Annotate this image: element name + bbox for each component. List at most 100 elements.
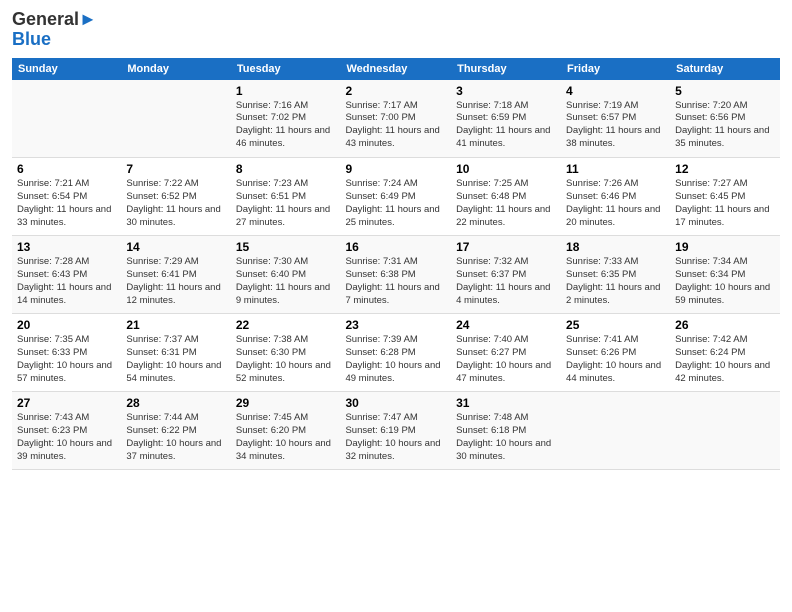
day-number: 3 (456, 84, 556, 98)
logo-text: General► Blue (12, 10, 97, 50)
day-info: Sunrise: 7:27 AM Sunset: 6:45 PM Dayligh… (675, 178, 775, 229)
header-day-wednesday: Wednesday (340, 58, 451, 80)
day-info: Sunrise: 7:44 AM Sunset: 6:22 PM Dayligh… (126, 412, 225, 463)
day-number: 6 (17, 162, 116, 176)
calendar-cell (670, 392, 780, 470)
day-info: Sunrise: 7:26 AM Sunset: 6:46 PM Dayligh… (566, 178, 665, 229)
day-number: 22 (236, 318, 336, 332)
day-info: Sunrise: 7:18 AM Sunset: 6:59 PM Dayligh… (456, 100, 556, 151)
day-info: Sunrise: 7:31 AM Sunset: 6:38 PM Dayligh… (345, 256, 446, 307)
calendar-cell: 12 Sunrise: 7:27 AM Sunset: 6:45 PM Dayli… (670, 158, 780, 236)
calendar-cell: 20Sunrise: 7:35 AM Sunset: 6:33 PM Dayli… (12, 314, 121, 392)
day-info: Sunrise: 7:32 AM Sunset: 6:37 PM Dayligh… (456, 256, 556, 307)
calendar-cell: 28 Sunrise: 7:44 AM Sunset: 6:22 PM Dayli… (121, 392, 230, 470)
day-number: 18 (566, 240, 665, 254)
day-number: 14 (126, 240, 225, 254)
calendar-cell: 27 Sunrise: 7:43 AM Sunset: 6:23 PM Dayli… (12, 392, 121, 470)
day-info: Sunrise: 7:24 AM Sunset: 6:49 PM Dayligh… (345, 178, 446, 229)
day-info: Sunrise: 7:43 AM Sunset: 6:23 PM Dayligh… (17, 412, 116, 463)
calendar-cell: 7 Sunrise: 7:22 AM Sunset: 6:52 PM Daylig… (121, 158, 230, 236)
header-day-monday: Monday (121, 58, 230, 80)
day-number: 2 (345, 84, 446, 98)
day-number: 23 (345, 318, 446, 332)
calendar-cell: 6 Sunrise: 7:21 AM Sunset: 6:54 PM Daylig… (12, 158, 121, 236)
day-info: Sunrise: 7:22 AM Sunset: 6:52 PM Dayligh… (126, 178, 225, 229)
day-info: Sunrise: 7:35 AM Sunset: 6:33 PM Dayligh… (17, 334, 116, 385)
day-number: 28 (126, 396, 225, 410)
calendar-cell: 1Sunrise: 7:16 AM Sunset: 7:02 PM Daylig… (231, 80, 341, 158)
day-number: 12 (675, 162, 775, 176)
header-day-thursday: Thursday (451, 58, 561, 80)
calendar-cell: 18 Sunrise: 7:33 AM Sunset: 6:35 PM Dayli… (561, 236, 670, 314)
calendar-cell: 25Sunrise: 7:41 AM Sunset: 6:26 PM Dayli… (561, 314, 670, 392)
day-info: Sunrise: 7:21 AM Sunset: 6:54 PM Dayligh… (17, 178, 116, 229)
calendar-cell: 29 Sunrise: 7:45 AM Sunset: 6:20 PM Dayli… (231, 392, 341, 470)
day-info: Sunrise: 7:25 AM Sunset: 6:48 PM Dayligh… (456, 178, 556, 229)
header-day-friday: Friday (561, 58, 670, 80)
calendar-cell: 30 Sunrise: 7:47 AM Sunset: 6:19 PM Dayli… (340, 392, 451, 470)
day-info: Sunrise: 7:47 AM Sunset: 6:19 PM Dayligh… (345, 412, 446, 463)
calendar-cell: 4 Sunrise: 7:19 AM Sunset: 6:57 PM Daylig… (561, 80, 670, 158)
day-number: 25 (566, 318, 665, 332)
calendar-cell: 26 Sunrise: 7:42 AM Sunset: 6:24 PM Dayli… (670, 314, 780, 392)
day-number: 16 (345, 240, 446, 254)
day-number: 5 (675, 84, 775, 98)
day-info: Sunrise: 7:45 AM Sunset: 6:20 PM Dayligh… (236, 412, 336, 463)
day-info: Sunrise: 7:39 AM Sunset: 6:28 PM Dayligh… (345, 334, 446, 385)
day-number: 24 (456, 318, 556, 332)
day-number: 17 (456, 240, 556, 254)
day-info: Sunrise: 7:33 AM Sunset: 6:35 PM Dayligh… (566, 256, 665, 307)
day-info: Sunrise: 7:34 AM Sunset: 6:34 PM Dayligh… (675, 256, 775, 307)
week-row-2: 6 Sunrise: 7:21 AM Sunset: 6:54 PM Daylig… (12, 158, 780, 236)
calendar-cell: 3 Sunrise: 7:18 AM Sunset: 6:59 PM Daylig… (451, 80, 561, 158)
day-info: Sunrise: 7:48 AM Sunset: 6:18 PM Dayligh… (456, 412, 556, 463)
day-number: 30 (345, 396, 446, 410)
header-row: SundayMondayTuesdayWednesdayThursdayFrid… (12, 58, 780, 80)
day-number: 27 (17, 396, 116, 410)
day-number: 31 (456, 396, 556, 410)
calendar-cell: 2 Sunrise: 7:17 AM Sunset: 7:00 PM Daylig… (340, 80, 451, 158)
day-info: Sunrise: 7:17 AM Sunset: 7:00 PM Dayligh… (345, 100, 446, 151)
day-info: Sunrise: 7:30 AM Sunset: 6:40 PM Dayligh… (236, 256, 336, 307)
calendar-cell: 8 Sunrise: 7:23 AM Sunset: 6:51 PM Daylig… (231, 158, 341, 236)
day-number: 15 (236, 240, 336, 254)
calendar-cell: 23 Sunrise: 7:39 AM Sunset: 6:28 PM Dayli… (340, 314, 451, 392)
day-number: 7 (126, 162, 225, 176)
calendar-cell (121, 80, 230, 158)
day-number: 26 (675, 318, 775, 332)
day-number: 8 (236, 162, 336, 176)
calendar-cell: 9 Sunrise: 7:24 AM Sunset: 6:49 PM Daylig… (340, 158, 451, 236)
day-info: Sunrise: 7:38 AM Sunset: 6:30 PM Dayligh… (236, 334, 336, 385)
day-number: 21 (126, 318, 225, 332)
page-header: General► Blue (12, 10, 780, 50)
week-row-3: 13 Sunrise: 7:28 AM Sunset: 6:43 PM Dayli… (12, 236, 780, 314)
day-number: 4 (566, 84, 665, 98)
page-container: General► Blue SundayMondayTuesdayWednesd… (0, 0, 792, 478)
week-row-5: 27 Sunrise: 7:43 AM Sunset: 6:23 PM Dayli… (12, 392, 780, 470)
calendar-cell: 10Sunrise: 7:25 AM Sunset: 6:48 PM Dayli… (451, 158, 561, 236)
day-number: 9 (345, 162, 446, 176)
day-info: Sunrise: 7:20 AM Sunset: 6:56 PM Dayligh… (675, 100, 775, 151)
day-number: 13 (17, 240, 116, 254)
calendar-cell (12, 80, 121, 158)
day-info: Sunrise: 7:28 AM Sunset: 6:43 PM Dayligh… (17, 256, 116, 307)
week-row-1: 1Sunrise: 7:16 AM Sunset: 7:02 PM Daylig… (12, 80, 780, 158)
calendar-cell: 16 Sunrise: 7:31 AM Sunset: 6:38 PM Dayli… (340, 236, 451, 314)
day-number: 29 (236, 396, 336, 410)
calendar-table: SundayMondayTuesdayWednesdayThursdayFrid… (12, 58, 780, 471)
day-info: Sunrise: 7:19 AM Sunset: 6:57 PM Dayligh… (566, 100, 665, 151)
header-day-sunday: Sunday (12, 58, 121, 80)
calendar-cell: 21Sunrise: 7:37 AM Sunset: 6:31 PM Dayli… (121, 314, 230, 392)
day-number: 19 (675, 240, 775, 254)
day-number: 11 (566, 162, 665, 176)
header-day-tuesday: Tuesday (231, 58, 341, 80)
header-day-saturday: Saturday (670, 58, 780, 80)
week-row-4: 20Sunrise: 7:35 AM Sunset: 6:33 PM Dayli… (12, 314, 780, 392)
calendar-cell: 5 Sunrise: 7:20 AM Sunset: 6:56 PM Daylig… (670, 80, 780, 158)
calendar-cell: 22 Sunrise: 7:38 AM Sunset: 6:30 PM Dayli… (231, 314, 341, 392)
day-info: Sunrise: 7:42 AM Sunset: 6:24 PM Dayligh… (675, 334, 775, 385)
calendar-cell: 15 Sunrise: 7:30 AM Sunset: 6:40 PM Dayli… (231, 236, 341, 314)
calendar-cell: 31 Sunrise: 7:48 AM Sunset: 6:18 PM Dayli… (451, 392, 561, 470)
day-info: Sunrise: 7:23 AM Sunset: 6:51 PM Dayligh… (236, 178, 336, 229)
calendar-cell: 19 Sunrise: 7:34 AM Sunset: 6:34 PM Dayli… (670, 236, 780, 314)
